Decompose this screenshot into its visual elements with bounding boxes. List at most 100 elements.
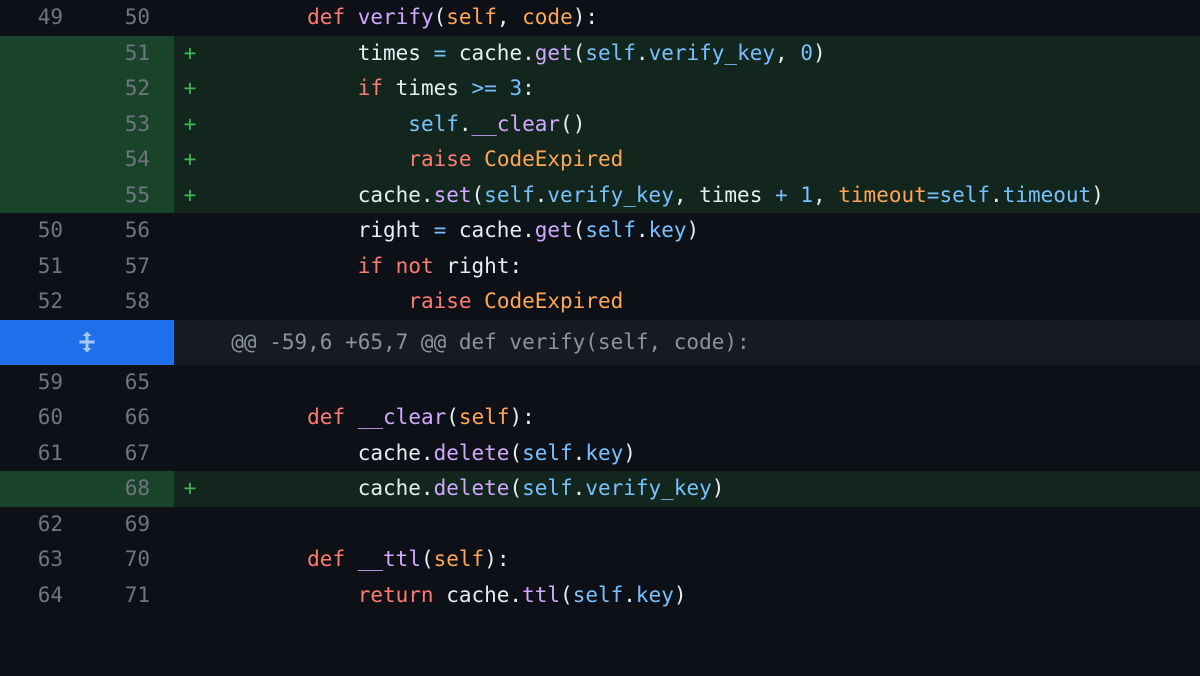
token: self (434, 549, 485, 570)
code-content[interactable]: cache.delete(self.verify_key) (206, 471, 1200, 507)
token: __clear (358, 407, 447, 428)
token: if (358, 78, 383, 99)
token: raise (408, 291, 471, 312)
line-number-new: 57 (87, 249, 174, 285)
code-content[interactable] (206, 365, 1200, 401)
code-content[interactable]: raise CodeExpired (206, 284, 1200, 320)
token (345, 407, 358, 428)
diff-marker (174, 320, 206, 365)
token: def (307, 549, 345, 570)
line-number-old: 62 (0, 507, 87, 543)
token (472, 291, 485, 312)
token: cache. (446, 220, 535, 241)
token: self (585, 220, 636, 241)
token: verify_key (585, 478, 711, 499)
token: . (573, 478, 586, 499)
diff-marker (174, 0, 206, 36)
token: . (623, 585, 636, 606)
token: get (535, 43, 573, 64)
code-content[interactable]: right = cache.get(self.key) (206, 213, 1200, 249)
diff-marker: + (174, 142, 206, 178)
line-number-new: 70 (87, 542, 174, 578)
line-number-old (0, 107, 87, 143)
token: key (636, 585, 674, 606)
token: ): (573, 7, 598, 28)
diff-marker (174, 436, 206, 472)
token: __ttl (358, 549, 421, 570)
code-content[interactable]: def verify(self, code): (206, 0, 1200, 36)
diff-marker (174, 284, 206, 320)
line-number-new: 69 (87, 507, 174, 543)
token: cache. (446, 43, 535, 64)
token: timeout (1003, 185, 1092, 206)
token: , (497, 7, 522, 28)
diff-line: 5965 (0, 365, 1200, 401)
token: ttl (522, 585, 560, 606)
code-content[interactable]: def __ttl(self): (206, 542, 1200, 578)
code-content[interactable]: cache.set(self.verify_key, times + 1, ti… (206, 178, 1200, 214)
token (206, 291, 408, 312)
token (383, 256, 396, 277)
token: key (649, 220, 687, 241)
token (472, 149, 485, 170)
line-number-new: 71 (87, 578, 174, 614)
diff-marker (174, 507, 206, 543)
diff-line: 6370 def __ttl(self): (0, 542, 1200, 578)
token: cache. (206, 185, 434, 206)
diff-line: 53+ self.__clear() (0, 107, 1200, 143)
line-number-old: 52 (0, 284, 87, 320)
token: def (307, 407, 345, 428)
code-content[interactable] (206, 507, 1200, 543)
token: ) (674, 585, 687, 606)
line-number-new: 50 (87, 0, 174, 36)
expand-hunk-button[interactable] (0, 320, 174, 365)
token: delete (434, 478, 510, 499)
token: = (434, 220, 447, 241)
diff-line: 5056 right = cache.get(self.key) (0, 213, 1200, 249)
token: self (522, 478, 573, 499)
code-content[interactable]: times = cache.get(self.verify_key, 0) (206, 36, 1200, 72)
diff-line: 6167 cache.delete(self.key) (0, 436, 1200, 472)
diff-marker: + (174, 71, 206, 107)
token: ( (472, 185, 485, 206)
code-content[interactable]: return cache.ttl(self.key) (206, 578, 1200, 614)
token: . (636, 43, 649, 64)
diff-marker: + (174, 36, 206, 72)
diff-line: 6471 return cache.ttl(self.key) (0, 578, 1200, 614)
token: = (434, 43, 447, 64)
token: 1 (800, 185, 813, 206)
token: . (573, 443, 586, 464)
line-number-new: 54 (87, 142, 174, 178)
token: right: (434, 256, 523, 277)
token: verify (358, 7, 434, 28)
code-content[interactable]: if not right: (206, 249, 1200, 285)
line-number-old: 51 (0, 249, 87, 285)
token (206, 549, 307, 570)
diff-line: 5157 if not right: (0, 249, 1200, 285)
token: right (206, 220, 434, 241)
diff-line: 4950 def verify(self, code): (0, 0, 1200, 36)
token: self (585, 43, 636, 64)
token: cache. (434, 585, 523, 606)
token: ( (421, 549, 434, 570)
line-number-old: 64 (0, 578, 87, 614)
line-number-new: 51 (87, 36, 174, 72)
diff-line: 54+ raise CodeExpired (0, 142, 1200, 178)
code-content[interactable]: if times >= 3: (206, 71, 1200, 107)
line-number-new: 56 (87, 213, 174, 249)
diff-marker: + (174, 107, 206, 143)
code-content[interactable]: raise CodeExpired (206, 142, 1200, 178)
code-content[interactable]: self.__clear() (206, 107, 1200, 143)
token: = (927, 185, 940, 206)
token: CodeExpired (484, 291, 623, 312)
token: cache. (206, 478, 434, 499)
code-content[interactable]: cache.delete(self.key) (206, 436, 1200, 472)
token: self (446, 7, 497, 28)
diff-line: 51+ times = cache.get(self.verify_key, 0… (0, 36, 1200, 72)
diff-line: 52+ if times >= 3: (0, 71, 1200, 107)
line-number-new: 52 (87, 71, 174, 107)
code-content[interactable]: def __clear(self): (206, 400, 1200, 436)
token: verify_key (547, 185, 673, 206)
token: ): (484, 549, 509, 570)
token (345, 7, 358, 28)
